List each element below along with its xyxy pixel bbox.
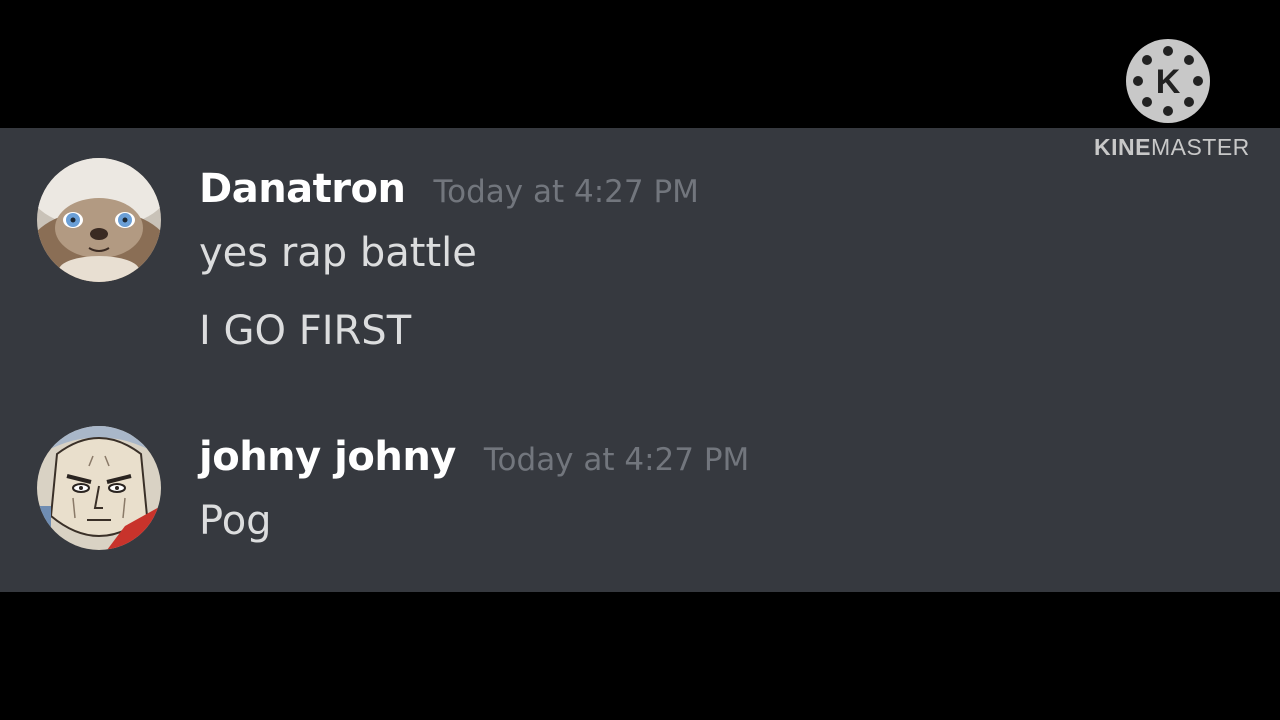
username[interactable]: Danatron: [199, 166, 406, 212]
kinemaster-wordmark: KINEMASTER: [1094, 134, 1249, 161]
message-content: Pog: [199, 498, 272, 544]
kinemaster-logo-icon: K: [1125, 38, 1211, 124]
kinemaster-watermark: K KINEMASTER: [1094, 38, 1249, 168]
anime-face-avatar-icon[interactable]: [37, 426, 161, 550]
message-header: Danatron Today at 4:27 PM: [199, 166, 699, 212]
cat-avatar-icon[interactable]: [37, 158, 161, 282]
username[interactable]: johny johny: [199, 434, 456, 480]
message-header: johny johny Today at 4:27 PM: [199, 434, 749, 480]
timestamp: Today at 4:27 PM: [433, 174, 699, 210]
wordmark-bold: KINE: [1094, 134, 1151, 160]
message-content: yes rap battle: [199, 230, 477, 276]
message-content: I GO FIRST: [199, 308, 412, 354]
wordmark-light: MASTER: [1150, 134, 1250, 160]
timestamp: Today at 4:27 PM: [483, 442, 750, 478]
chat-message-list: Danatron Today at 4:27 PM yes rap battle…: [0, 128, 1280, 592]
video-frame: Danatron Today at 4:27 PM yes rap battle…: [0, 0, 1280, 720]
kinemaster-logo-letter: K: [1156, 63, 1181, 101]
